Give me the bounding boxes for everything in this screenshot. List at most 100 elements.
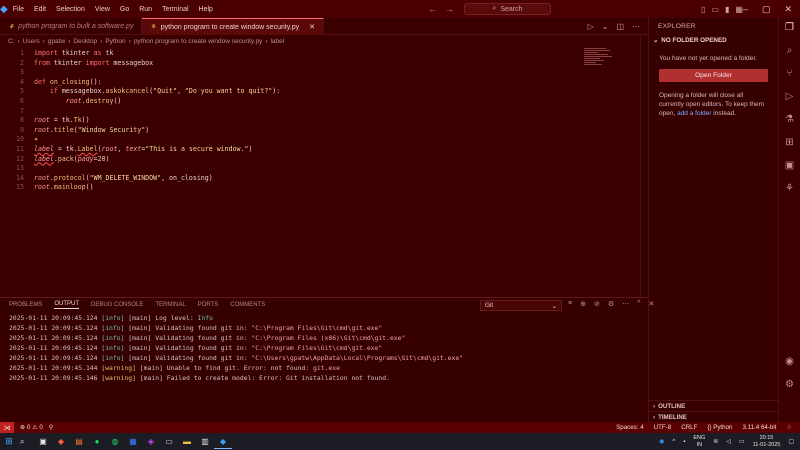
code-line[interactable]: 4 def on_closing(): [0, 78, 640, 88]
status-indentation[interactable]: Spaces: 4 [616, 424, 644, 431]
explorer-files-icon[interactable]: ❐ [785, 22, 794, 33]
testing-flask-icon[interactable]: ⚗ [785, 114, 794, 125]
panel-tab-output[interactable]: OUTPUT [54, 301, 80, 309]
menu-help[interactable]: Help [194, 6, 218, 13]
file-explorer-app-icon[interactable]: ▤ [70, 435, 88, 449]
copilot-icon[interactable]: ◉ [659, 438, 664, 445]
remote-explorer-icon[interactable]: ▣ [785, 160, 794, 171]
python-icon[interactable]: ⚘ [785, 183, 794, 194]
search-icon[interactable]: ⌕ [787, 45, 793, 56]
app-tile-icon[interactable]: ▦ [124, 435, 142, 449]
volume-icon[interactable]: ◁ [726, 438, 731, 445]
breadcrumb-item[interactable]: Desktop [73, 38, 97, 45]
more-actions-icon[interactable]: ⋯ [622, 300, 629, 308]
toggle-panel-icon[interactable]: ▭ [711, 5, 719, 14]
folder-icon[interactable]: ▬ [178, 435, 196, 449]
store-app-icon[interactable]: ▥ [196, 435, 214, 449]
code-line[interactable]: 6 root.destroy() [0, 97, 640, 107]
breadcrumb-item[interactable]: gpatw [48, 38, 65, 45]
breadcrumb-item[interactable]: python program to create window security… [134, 38, 263, 45]
vscode-taskbar-icon[interactable]: ◆ [214, 435, 232, 449]
menu-edit[interactable]: Edit [29, 6, 51, 13]
run-options-chevron-icon[interactable]: ⌄ [602, 22, 609, 31]
lock-scroll-icon[interactable]: ⊕ [580, 300, 586, 308]
split-editor-icon[interactable]: ◫ [616, 22, 624, 31]
breadcrumb-item[interactable]: Users [23, 38, 40, 45]
code-line[interactable]: 9 root.title("Window Security") [0, 126, 640, 136]
breadcrumb-item[interactable]: Python [105, 38, 125, 45]
output-settings-gear-icon[interactable]: ⚙ [608, 300, 614, 308]
task-view-icon[interactable]: ▣ [34, 435, 52, 449]
remote-indicator-icon[interactable]: ⋊ [0, 422, 14, 433]
wifi-icon[interactable]: ≋ [713, 438, 718, 445]
taskbar-clock[interactable]: 20:15 11-01-2025 [753, 435, 781, 449]
extensions-icon[interactable]: ⊞ [785, 137, 793, 148]
editor-scrollbar[interactable] [640, 35, 648, 297]
code-line[interactable]: 10 ✦ [0, 135, 640, 145]
lightbulb-icon[interactable]: ✦ [34, 135, 38, 145]
media-app-icon[interactable]: ◈ [142, 435, 160, 449]
maximize-panel-chevron-up-icon[interactable]: ^ [637, 300, 640, 308]
source-control-icon[interactable]: ⑂ [787, 68, 793, 79]
add-folder-link[interactable]: add a folder [677, 110, 711, 117]
code-line[interactable]: 11 label = tk.Label(root, text="This is a… [0, 145, 640, 155]
minimap[interactable] [584, 47, 614, 77]
outline-section-header[interactable]: › OUTLINE [649, 400, 779, 411]
tab-python-program-window-security[interactable]: ⚘ python program to create window securi… [142, 18, 324, 35]
toggle-primary-sidebar-icon[interactable]: ▯ [701, 5, 705, 14]
run-python-file-icon[interactable]: ▷ [588, 22, 594, 31]
menu-go[interactable]: Go [115, 6, 134, 13]
tray-chevron-up-icon[interactable]: ^ [672, 439, 675, 445]
taskbar-search-icon[interactable]: ⌕ [20, 437, 34, 447]
broadcast-icon[interactable]: ⚲ [49, 424, 54, 431]
maximize-icon[interactable]: ▢ [762, 4, 771, 15]
windows-start-icon[interactable]: ⊞ [0, 436, 18, 447]
settings-gear-icon[interactable]: ⚙ [785, 379, 794, 390]
notifications-bell-icon[interactable]: ♢ [786, 424, 792, 431]
code-line[interactable]: 1 import tkinter as tk [0, 49, 640, 59]
filter-lines-icon[interactable]: ≡ [568, 300, 572, 308]
timeline-section-header[interactable]: › TIMELINE [649, 411, 779, 422]
no-folder-section-header[interactable]: ⌄ NO FOLDER OPENED [649, 35, 778, 46]
battery-icon[interactable]: ▭ [739, 438, 745, 445]
back-arrow-icon[interactable]: ← [428, 4, 437, 14]
code-line[interactable]: 14 root.protocol("WM_DELETE_WINDOW", on_c… [0, 174, 640, 184]
breadcrumb-item[interactable]: C: [8, 38, 15, 45]
code-line[interactable]: 8 root = tk.Tk() [0, 116, 640, 126]
run-debug-icon[interactable]: ▷ [786, 91, 794, 102]
status-encoding[interactable]: UTF-8 [654, 424, 672, 431]
minimize-icon[interactable]: – [743, 4, 748, 15]
menu-view[interactable]: View [90, 6, 115, 13]
menu-run[interactable]: Run [134, 6, 157, 13]
panel-tab-ports[interactable]: PORTS [198, 302, 219, 308]
code-line[interactable]: 12 label.pack(pady=20) [0, 155, 640, 165]
tab-close-icon[interactable]: ✕ [309, 23, 315, 31]
status-interpreter[interactable]: 3.11.4 64-bit [742, 424, 776, 431]
panel-tab-comments[interactable]: COMMENTS [230, 302, 265, 308]
tray-app-icon[interactable]: ▪ [683, 439, 685, 445]
output-channel-select[interactable]: Git ⌄ [480, 300, 562, 311]
notes-app-icon[interactable]: ▭ [160, 435, 178, 449]
spotify-icon[interactable]: ● [88, 435, 106, 449]
account-icon[interactable]: ◉ [785, 356, 794, 367]
panel-tab-debug-console[interactable]: DEBUG CONSOLE [91, 302, 143, 308]
close-panel-icon[interactable]: ✕ [648, 300, 654, 308]
code-editor[interactable]: 1 import tkinter as tk 2 from tkinter impor… [0, 47, 640, 297]
status-language[interactable]: {} Python [707, 424, 732, 431]
clear-output-icon[interactable]: ⊘ [594, 300, 600, 308]
notification-center-icon[interactable]: ▢ [788, 438, 794, 445]
code-line[interactable]: 3 [0, 68, 640, 78]
code-line[interactable]: 13 [0, 164, 640, 174]
tab-python-program-built-software[interactable]: ⚘ python program to built a software.py [0, 18, 143, 35]
toggle-secondary-sidebar-icon[interactable]: ▮ [725, 5, 729, 14]
code-line[interactable]: 7 [0, 107, 640, 117]
code-line[interactable]: 15 root.mainloop() [0, 183, 640, 193]
customize-layout-icon[interactable]: ▦ [735, 5, 743, 14]
menu-terminal[interactable]: Terminal [157, 6, 193, 13]
whatsapp-icon[interactable]: ◍ [106, 435, 124, 449]
brave-browser-icon[interactable]: ◆ [52, 435, 70, 449]
command-search-box[interactable]: ⌕ Search [463, 3, 551, 15]
forward-arrow-icon[interactable]: → [445, 4, 454, 14]
breadcrumb-item[interactable]: label [270, 38, 284, 45]
code-line[interactable]: 2 from tkinter import messagebox [0, 59, 640, 69]
